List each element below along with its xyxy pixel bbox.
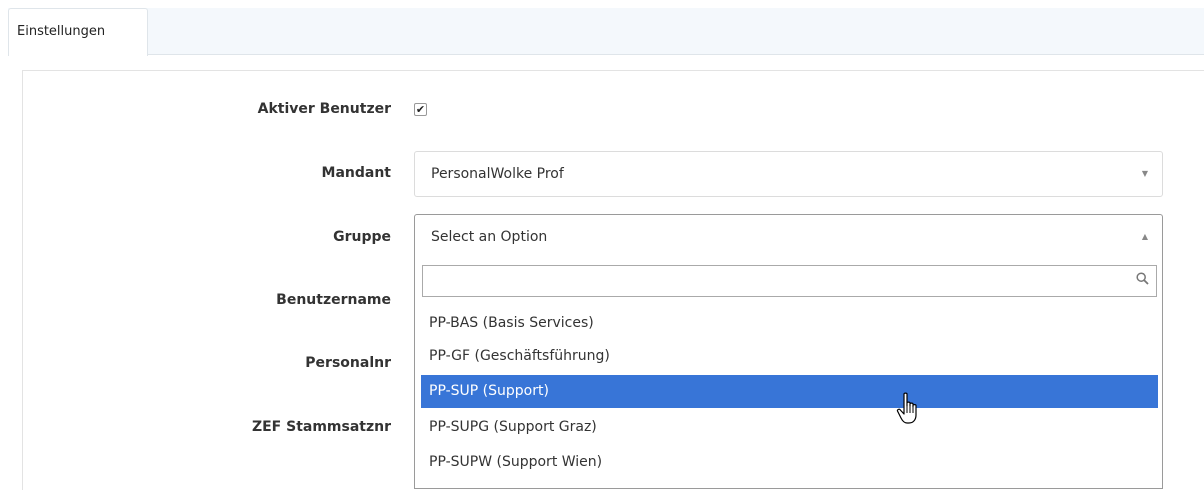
option-pp-bas[interactable]: PP-BAS (Basis Services) — [421, 307, 1158, 340]
search-icon — [1136, 272, 1149, 285]
mandant-value: PersonalWolke Prof — [431, 166, 564, 182]
tab-bar: Einstellungen — [8, 8, 1204, 56]
gruppe-dropdown: PP-BAS (Basis Services) PP-GF (Geschäfts… — [414, 259, 1163, 489]
option-pp-supg[interactable]: PP-SUPG (Support Graz) — [421, 411, 1158, 444]
dropdown-search[interactable] — [422, 265, 1157, 297]
gruppe-value: Select an Option — [431, 229, 548, 245]
aktiver-benutzer-label: Aktiver Benutzer — [257, 101, 391, 117]
gruppe-select[interactable]: Select an Option ▲ — [414, 214, 1163, 260]
aktiver-benutzer-checkbox[interactable]: ✔ — [414, 103, 427, 116]
zef-stammsatznr-label: ZEF Stammsatznr — [251, 419, 391, 435]
chevron-down-icon: ▼ — [1141, 169, 1148, 178]
mandant-label: Mandant — [321, 165, 391, 181]
benutzername-label: Benutzername — [276, 292, 391, 308]
option-pp-supw[interactable]: PP-SUPW (Support Wien) — [421, 446, 1158, 479]
hand-pointer-icon — [896, 392, 917, 424]
chevron-up-icon: ▲ — [1141, 232, 1148, 241]
mandant-select[interactable]: PersonalWolke Prof ▼ — [414, 151, 1163, 197]
option-pp-sup[interactable]: PP-SUP (Support) — [421, 375, 1158, 408]
personalnr-label: Personalnr — [305, 355, 391, 371]
gruppe-label: Gruppe — [333, 229, 391, 245]
option-pp-gf[interactable]: PP-GF (Geschäftsführung) — [421, 340, 1158, 373]
dropdown-search-input[interactable] — [427, 267, 1121, 297]
tab-einstellungen[interactable]: Einstellungen — [8, 8, 148, 56]
